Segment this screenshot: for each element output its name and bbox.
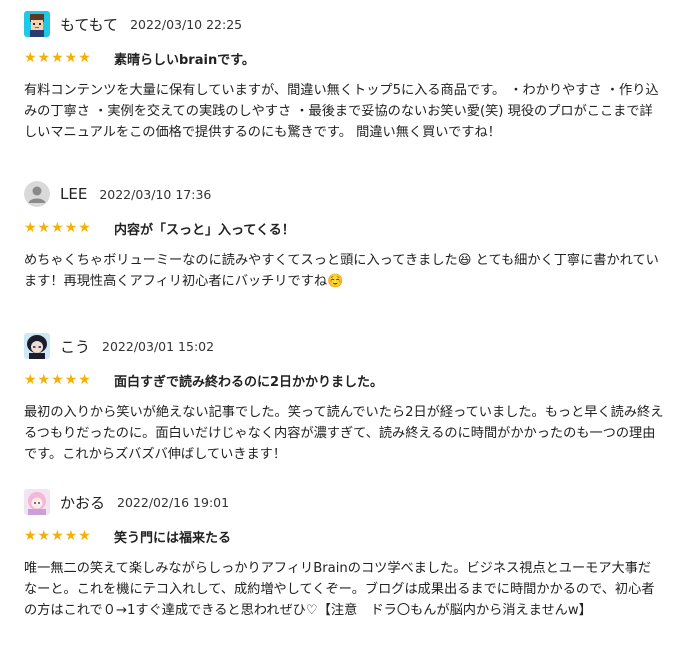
review-body: 最初の入りから笑いが絶えない記事でした。笑って読んでいたら2日が経っていました。… <box>24 405 664 462</box>
review-header: LEE 2022/03/10 17:36 <box>24 178 664 210</box>
review-body: めちゃくちゃボリューミーなのに読みやすくてスっと頭に入ってきました😆 とても細か… <box>24 253 659 289</box>
reviewer-name[interactable]: かおる <box>60 492 105 513</box>
review-header: かおる 2022/02/16 19:01 <box>24 486 664 518</box>
review-date: 2022/03/10 17:36 <box>99 186 212 202</box>
rating-stars: ★★★★★ <box>24 528 92 544</box>
review-date: 2022/03/01 15:02 <box>102 338 215 354</box>
review-body: 有料コンテンツを大量に保有していますが、間違い無くトップ5に入る商品です。 ・わ… <box>24 83 659 140</box>
rating-row: ★★★★★ 内容が「スっと」入ってくる！ <box>24 216 664 240</box>
review-item: LEE 2022/03/10 17:36 ★★★★★ 内容が「スっと」入ってくる… <box>24 178 664 320</box>
review-header: もてもて 2022/03/10 22:25 <box>24 8 664 40</box>
rating-row: ★★★★★ 素晴らしいbrainです。 <box>24 46 664 70</box>
review-item: こう 2022/03/01 15:02 ★★★★★ 面白すぎで読み終わるのに2日… <box>24 330 664 480</box>
anime-character-avatar-icon[interactable] <box>24 333 50 359</box>
pixel-character-avatar-icon[interactable] <box>24 11 50 37</box>
review-title: 内容が「スっと」入ってくる！ <box>114 222 295 238</box>
pink-character-avatar-icon[interactable] <box>24 489 50 515</box>
review-item: かおる 2022/02/16 19:01 ★★★★★ 笑う門には福来たる 唯一無… <box>24 486 664 656</box>
rating-row: ★★★★★ 笑う門には福来たる <box>24 524 664 548</box>
rating-row: ★★★★★ 面白すぎで読み終わるのに2日かかりました。 <box>24 368 664 392</box>
review-title: 素晴らしいbrainです。 <box>114 52 255 68</box>
review-date: 2022/02/16 19:01 <box>117 494 230 510</box>
rating-stars: ★★★★★ <box>24 50 92 66</box>
review-title: 面白すぎで読み終わるのに2日かかりました。 <box>114 374 384 390</box>
review-list: もてもて 2022/03/10 22:25 ★★★★★ 素晴らしいbrainです… <box>0 0 664 656</box>
reviewer-name[interactable]: こう <box>60 336 90 357</box>
reviewer-name[interactable]: もてもて <box>60 14 118 35</box>
review-item: もてもて 2022/03/10 22:25 ★★★★★ 素晴らしいbrainです… <box>24 8 664 158</box>
reviewer-name[interactable]: LEE <box>60 185 87 203</box>
rating-stars: ★★★★★ <box>24 372 92 388</box>
review-body: 唯一無二の笑えて楽しみながらしっかりアフィリBrainのコツ学べました。ビジネス… <box>24 561 655 618</box>
review-header: こう 2022/03/01 15:02 <box>24 330 664 362</box>
review-date: 2022/03/10 22:25 <box>130 16 243 32</box>
default-user-icon[interactable] <box>24 181 50 207</box>
rating-stars: ★★★★★ <box>24 220 92 236</box>
review-title: 笑う門には福来たる <box>114 530 232 546</box>
